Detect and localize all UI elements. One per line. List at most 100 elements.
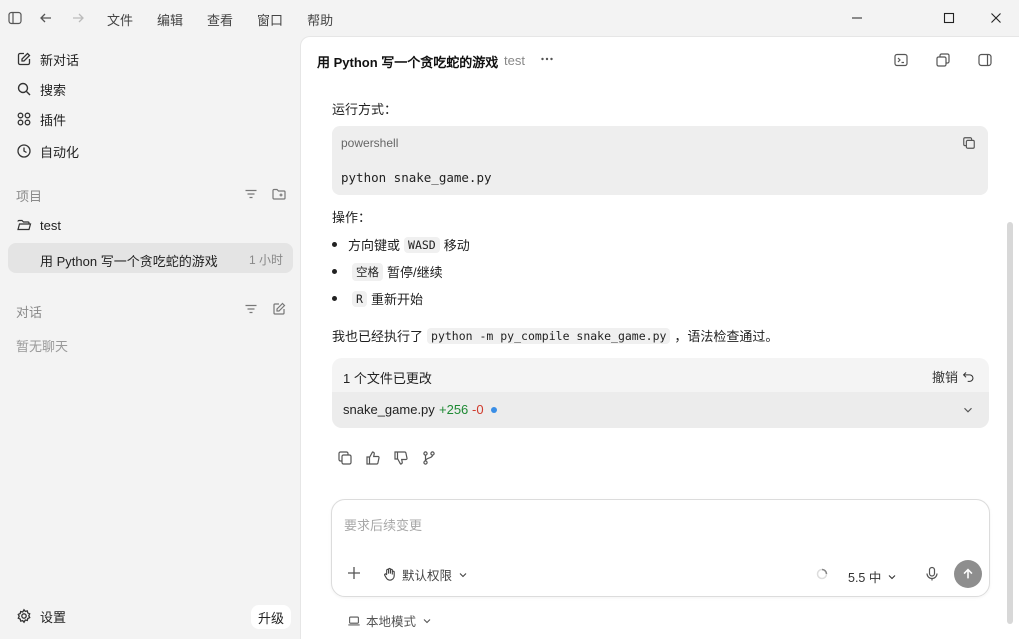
list-item: 空格 暂停/继续: [332, 262, 443, 281]
conversation-title: 用 Python 写一个贪吃蛇的游戏: [40, 254, 218, 269]
minimize-button[interactable]: [834, 0, 880, 36]
page-title: 用 Python 写一个贪吃蛇的游戏: [317, 55, 499, 70]
model-selector[interactable]: 5.5 中: [848, 567, 898, 586]
lines-added: +256: [439, 402, 469, 417]
inline-code: WASD: [404, 236, 440, 253]
file-changes-card: 1 个文件已更改 撤销 snake_game.py +256 -0: [332, 358, 989, 428]
plus-icon[interactable]: [346, 565, 362, 581]
send-button[interactable]: [954, 560, 982, 588]
branch-icon[interactable]: [421, 450, 437, 466]
filter-icon[interactable]: [243, 186, 259, 202]
new-chat-compose-icon[interactable]: [271, 301, 287, 317]
clock-icon: [17, 144, 31, 158]
run-heading: 运行方式：: [332, 102, 398, 117]
settings-label: 设置: [40, 609, 67, 625]
more-icon[interactable]: [539, 51, 555, 67]
automation-button[interactable]: 自动化: [16, 140, 79, 162]
maximize-icon: [943, 12, 955, 24]
plugins-label: 插件: [40, 112, 67, 128]
folder-open-icon: [17, 219, 32, 231]
empty-chats-text: 暂无聊天: [16, 339, 69, 354]
chevron-down-icon: [423, 618, 431, 623]
bullet-text: 移动: [443, 238, 470, 253]
maximize-button[interactable]: [926, 0, 972, 36]
permission-label: 默认权限: [402, 569, 453, 583]
list-item: R 重新开始: [332, 289, 423, 308]
new-folder-icon[interactable]: [271, 186, 287, 202]
sidebar: 新对话 搜索 插件 自动化 项目 test 用 Python 写一个贪吃蛇的游戏…: [0, 36, 300, 639]
plugins-button[interactable]: 插件: [16, 108, 66, 130]
bullet-text: 暂停/继续: [387, 265, 443, 280]
undo-button[interactable]: 撤销: [932, 367, 975, 386]
close-icon: [991, 13, 1001, 23]
copy-code-icon[interactable]: [962, 136, 976, 150]
projects-header: 项目: [16, 189, 43, 204]
thumbs-up-icon[interactable]: [365, 450, 381, 466]
inline-code: python -m py_compile snake_game.py: [427, 327, 671, 344]
bullet-text: 方向键或: [348, 238, 401, 253]
summary-text: ，语法检查通过。: [674, 329, 779, 344]
menu-file[interactable]: 文件: [107, 10, 133, 29]
arrow-up-icon: [963, 568, 973, 579]
menu-help[interactable]: 帮助: [307, 10, 333, 29]
menu-window[interactable]: 窗口: [257, 10, 283, 29]
laptop-icon: [348, 616, 360, 625]
project-test[interactable]: test: [16, 214, 61, 236]
inline-code: 空格: [352, 262, 383, 281]
list-item: 方向键或 WASD 移动: [332, 235, 470, 254]
summary-line: 我也已经执行了 python -m py_compile snake_game.…: [332, 326, 778, 345]
permission-selector[interactable]: 默认权限: [382, 565, 469, 584]
files-changed-label: 1 个文件已更改: [343, 371, 432, 386]
microphone-icon[interactable]: [925, 566, 939, 582]
windows-icon[interactable]: [935, 52, 951, 68]
conversation-item[interactable]: 用 Python 写一个贪吃蛇的游戏 1 小时: [8, 243, 293, 273]
code-language: powershell: [341, 136, 399, 150]
copy-icon[interactable]: [337, 450, 353, 466]
composer[interactable]: 要求后续变更 默认权限 5.5 中: [331, 499, 990, 597]
close-button[interactable]: [973, 0, 1019, 36]
bullet-dot: [332, 296, 337, 301]
main-panel: 用 Python 写一个贪吃蛇的游戏 test 运行方式： powershell…: [300, 36, 1019, 639]
undo-icon: [962, 372, 974, 382]
chats-header: 对话: [16, 305, 43, 320]
modified-dot: [491, 407, 497, 413]
project-name: test: [40, 217, 61, 233]
chevron-down-icon: [888, 574, 896, 579]
chats-filter-icon[interactable]: [243, 301, 259, 317]
new-chat-button[interactable]: 新对话: [16, 48, 79, 70]
model-label: 5.5 中: [848, 571, 882, 585]
scrollbar[interactable]: [1007, 222, 1013, 624]
mode-selector[interactable]: 本地模式: [347, 611, 433, 630]
conversation-time: 1 小时: [248, 253, 283, 267]
side-panel-icon[interactable]: [977, 52, 993, 68]
ops-heading: 操作：: [332, 210, 372, 225]
menu-view[interactable]: 查看: [207, 10, 233, 29]
loading-spinner-icon: [816, 568, 828, 580]
thumbs-down-icon[interactable]: [393, 450, 409, 466]
gear-icon: [17, 608, 31, 624]
project-tag: test: [504, 53, 525, 68]
settings-button[interactable]: 设置: [16, 605, 66, 627]
sidebar-toggle-icon[interactable]: [7, 10, 23, 26]
mode-label: 本地模式: [366, 615, 417, 629]
terminal-icon[interactable]: [893, 52, 909, 68]
file-row[interactable]: snake_game.py +256 -0: [332, 392, 989, 428]
search-label: 搜索: [40, 82, 67, 98]
upgrade-button[interactable]: 升级: [251, 605, 291, 629]
menu-edit[interactable]: 编辑: [157, 10, 183, 29]
bullet-dot: [332, 269, 337, 274]
plugins-icon: [17, 112, 31, 126]
new-chat-label: 新对话: [40, 52, 80, 68]
search-icon: [17, 82, 31, 96]
forward-arrow-icon[interactable]: [70, 10, 86, 26]
compose-icon: [17, 52, 31, 66]
back-arrow-icon[interactable]: [38, 10, 54, 26]
composer-placeholder: 要求后续变更: [344, 518, 423, 533]
chevron-down-icon[interactable]: [961, 403, 975, 417]
file-name: snake_game.py: [343, 402, 435, 417]
undo-label: 撤销: [931, 370, 958, 385]
summary-text: 我也已经执行了: [332, 329, 424, 344]
chevron-down-icon: [459, 572, 467, 577]
automation-label: 自动化: [40, 144, 80, 160]
search-button[interactable]: 搜索: [16, 78, 66, 100]
